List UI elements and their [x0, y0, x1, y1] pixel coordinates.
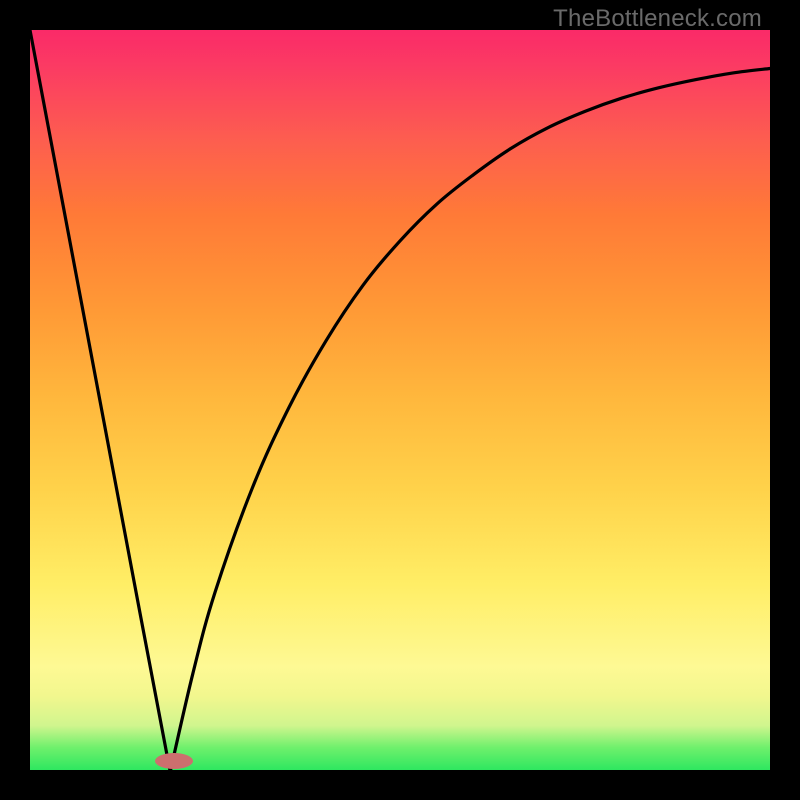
- chart-frame: TheBottleneck.com: [0, 0, 800, 800]
- watermark-text: TheBottleneck.com: [553, 5, 762, 33]
- vertex-marker: [155, 753, 193, 769]
- bottleneck-curve: [30, 30, 770, 770]
- plot-area: [30, 30, 770, 770]
- curve-layer: [30, 30, 770, 770]
